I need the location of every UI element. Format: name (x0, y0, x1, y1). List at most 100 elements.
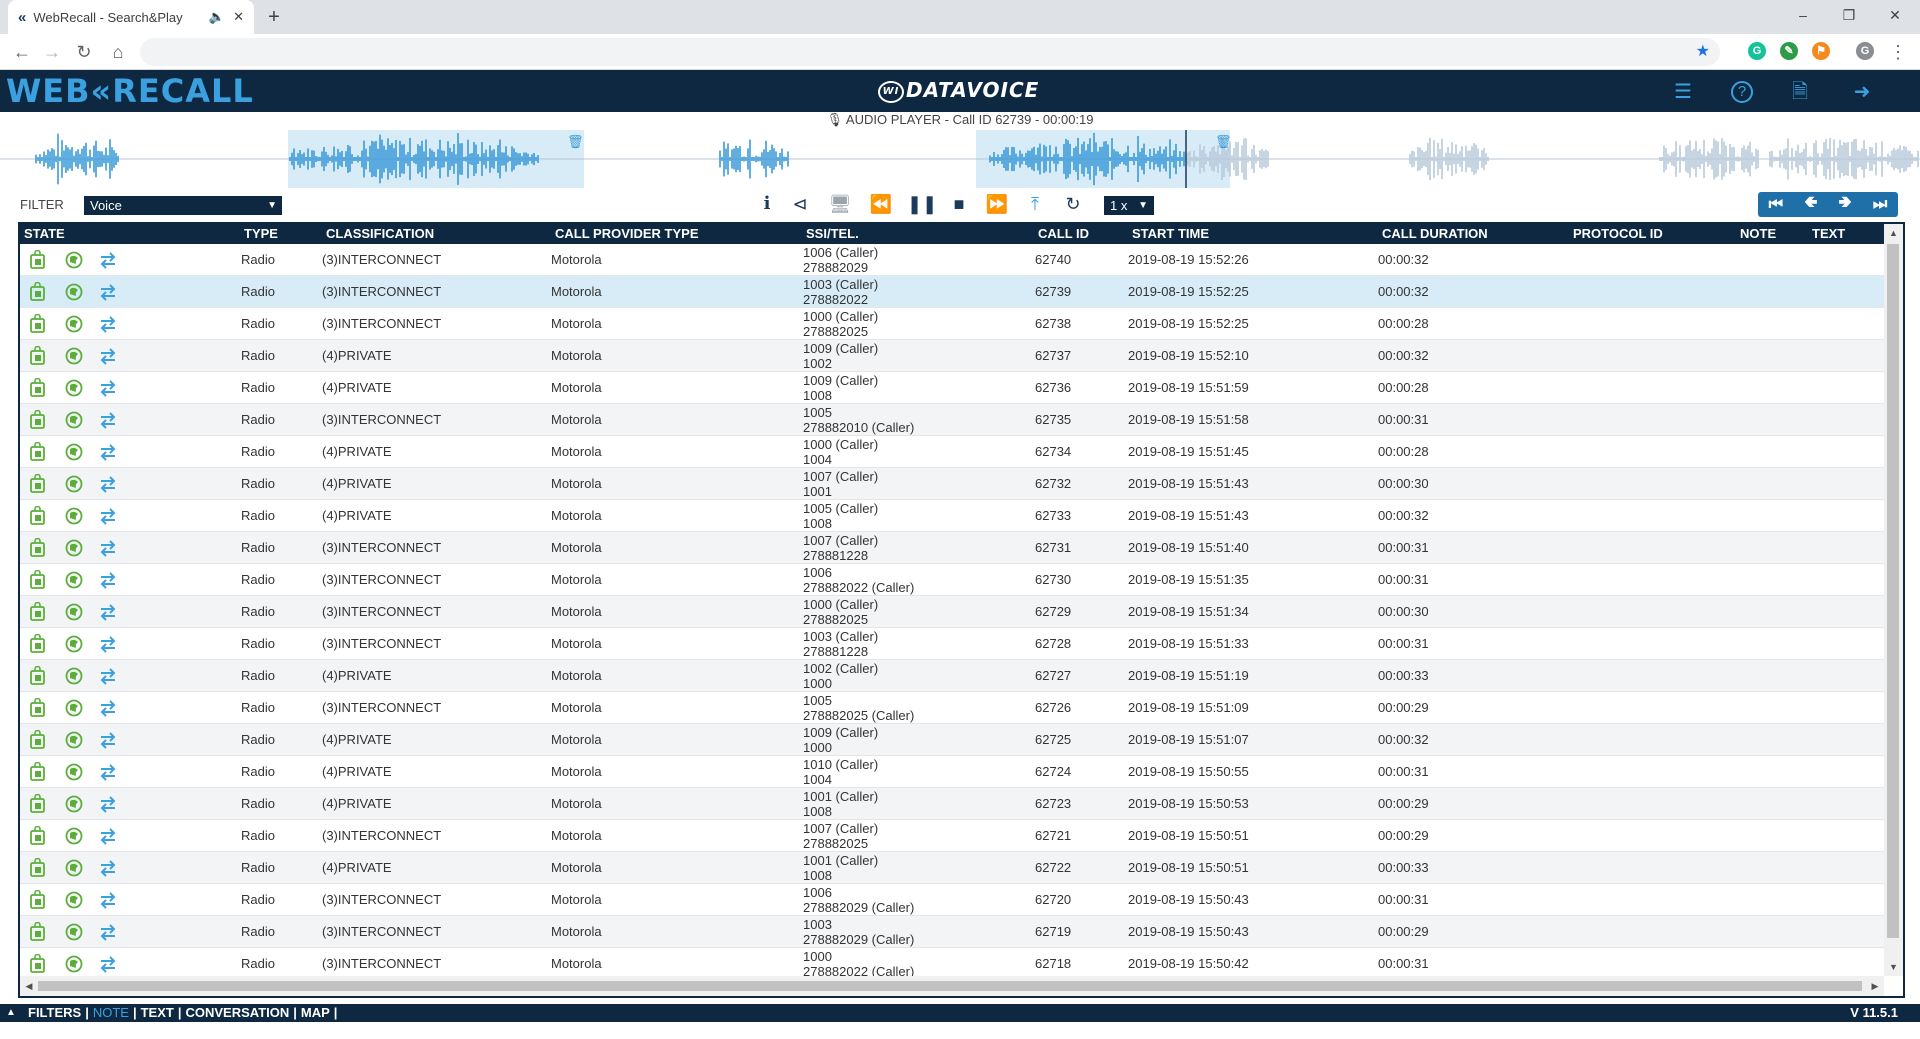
bookmark-star-icon[interactable]: ★ (1696, 41, 1710, 61)
transfer-arrows-icon[interactable] (98, 954, 118, 974)
transfer-arrows-icon[interactable] (98, 890, 118, 910)
table-row[interactable]: Radio (4)PRIVATE Motorola 1001 (Caller) 1008… (20, 788, 1884, 820)
column-header-classification[interactable]: CLASSIFICATION (326, 224, 434, 244)
column-header-start-time[interactable]: START TIME (1132, 224, 1209, 244)
recording-lock-icon[interactable] (28, 762, 48, 782)
table-row[interactable]: Radio (3)INTERCONNECT Motorola 1003 (Caller… (20, 276, 1884, 308)
footer-link-filters[interactable]: FILTERS (28, 1005, 81, 1020)
first-record-icon[interactable]: ⏮ (1769, 196, 1783, 214)
transfer-arrows-icon[interactable] (98, 922, 118, 942)
close-tab-icon[interactable]: ✕ (233, 9, 244, 25)
recording-lock-icon[interactable] (28, 346, 48, 366)
recording-lock-icon[interactable] (28, 890, 48, 910)
extension-icon[interactable]: ⚑ (1812, 42, 1830, 60)
column-header-type[interactable]: TYPE (244, 224, 278, 244)
table-row[interactable]: Radio (3)INTERCONNECT Motorola 1006 (Caller… (20, 244, 1884, 276)
transfer-arrows-icon[interactable] (98, 378, 118, 398)
browser-menu-icon[interactable]: ⋮ (1886, 40, 1910, 64)
replay-icon[interactable]: ↻ (1060, 192, 1086, 216)
horizontal-scroll-thumb[interactable] (38, 981, 1862, 991)
expand-panel-icon[interactable]: ▲ (6, 1004, 16, 1022)
globe-ear-icon[interactable] (64, 538, 84, 558)
filter-select[interactable]: Voice ▼ (84, 196, 282, 215)
transfer-arrows-icon[interactable] (98, 282, 118, 302)
globe-ear-icon[interactable] (64, 730, 84, 750)
column-header-protocol-id[interactable]: PROTOCOL ID (1573, 224, 1663, 244)
footer-link-conversation[interactable]: CONVERSATION (185, 1005, 289, 1020)
table-row[interactable]: Radio (4)PRIVATE Motorola 1002 (Caller) 1000… (20, 660, 1884, 692)
globe-ear-icon[interactable] (64, 826, 84, 846)
upload-icon[interactable]: ⤒ (1022, 192, 1048, 216)
table-row[interactable]: Radio (4)PRIVATE Motorola 1010 (Caller) 1004… (20, 756, 1884, 788)
table-row[interactable]: Radio (4)PRIVATE Motorola 1009 (Caller) 1000… (20, 724, 1884, 756)
recording-lock-icon[interactable] (28, 410, 48, 430)
new-tab-button[interactable]: + (262, 5, 286, 29)
transfer-arrows-icon[interactable] (98, 858, 118, 878)
globe-ear-icon[interactable] (64, 410, 84, 430)
column-header-text[interactable]: TEXT (1812, 224, 1845, 244)
recording-lock-icon[interactable] (28, 378, 48, 398)
table-row[interactable]: Radio (4)PRIVATE Motorola 1009 (Caller) 1002… (20, 340, 1884, 372)
recording-lock-icon[interactable] (28, 794, 48, 814)
address-bar[interactable]: ★ (140, 38, 1720, 66)
globe-ear-icon[interactable] (64, 890, 84, 910)
recording-lock-icon[interactable] (28, 474, 48, 494)
transfer-arrows-icon[interactable] (98, 442, 118, 462)
home-icon[interactable]: ⌂ (106, 40, 130, 64)
table-row[interactable]: Radio (4)PRIVATE Motorola 1009 (Caller) 1008… (20, 372, 1884, 404)
recording-lock-icon[interactable] (28, 602, 48, 622)
scroll-left-icon[interactable]: ◀ (20, 976, 38, 996)
transfer-arrows-icon[interactable] (98, 826, 118, 846)
pause-icon[interactable]: ❚❚ (907, 192, 937, 216)
monitor-icon[interactable]: 🖥 (827, 192, 853, 216)
globe-ear-icon[interactable] (64, 602, 84, 622)
browser-tab[interactable]: « WebRecall - Search&Play 🔈 ✕ (8, 0, 254, 34)
back-icon[interactable]: ← (10, 40, 34, 64)
globe-ear-icon[interactable] (64, 794, 84, 814)
scroll-right-icon[interactable]: ▶ (1866, 976, 1884, 996)
column-header-ssi-tel[interactable]: SSI/TEL. (806, 224, 859, 244)
last-record-icon[interactable]: ⏭ (1873, 196, 1887, 214)
table-row[interactable]: Radio (3)INTERCONNECT Motorola 1003 27888202… (20, 916, 1884, 948)
transfer-arrows-icon[interactable] (98, 666, 118, 686)
globe-ear-icon[interactable] (64, 634, 84, 654)
table-row[interactable]: Radio (3)INTERCONNECT Motorola 1007 (Caller… (20, 820, 1884, 852)
table-row[interactable]: Radio (3)INTERCONNECT Motorola 1006 27888202… (20, 884, 1884, 916)
forward-icon[interactable]: → (40, 40, 64, 64)
column-header-call-id[interactable]: CALL ID (1038, 224, 1089, 244)
recording-lock-icon[interactable] (28, 250, 48, 270)
table-row[interactable]: Radio (3)INTERCONNECT Motorola 1000 (Caller… (20, 308, 1884, 340)
scroll-up-icon[interactable]: ▲ (1884, 224, 1903, 242)
scroll-down-icon[interactable]: ▼ (1884, 958, 1903, 976)
recording-lock-icon[interactable] (28, 922, 48, 942)
table-row[interactable]: Radio (3)INTERCONNECT Motorola 1006 27888202… (20, 564, 1884, 596)
transfer-arrows-icon[interactable] (98, 762, 118, 782)
globe-ear-icon[interactable] (64, 666, 84, 686)
globe-ear-icon[interactable] (64, 442, 84, 462)
transfer-arrows-icon[interactable] (98, 602, 118, 622)
globe-ear-icon[interactable] (64, 922, 84, 942)
close-window-icon[interactable]: ✕ (1872, 0, 1918, 30)
column-header-state[interactable]: STATE (24, 224, 65, 244)
globe-ear-icon[interactable] (64, 506, 84, 526)
table-row[interactable]: Radio (3)INTERCONNECT Motorola 1005 27888201… (20, 404, 1884, 436)
minimize-icon[interactable]: – (1780, 0, 1826, 30)
maximize-icon[interactable]: ❐ (1826, 0, 1872, 30)
table-row[interactable]: Radio (4)PRIVATE Motorola 1005 (Caller) 1008… (20, 500, 1884, 532)
globe-ear-icon[interactable] (64, 762, 84, 782)
transfer-arrows-icon[interactable] (98, 506, 118, 526)
recording-lock-icon[interactable] (28, 666, 48, 686)
table-row[interactable]: Radio (4)PRIVATE Motorola 1000 (Caller) 1004… (20, 436, 1884, 468)
transfer-arrows-icon[interactable] (98, 250, 118, 270)
vertical-scrollbar[interactable]: ▲ ▼ (1884, 224, 1903, 976)
transfer-arrows-icon[interactable] (98, 474, 118, 494)
globe-ear-icon[interactable] (64, 378, 84, 398)
report-icon[interactable]: 🗎 (1787, 79, 1813, 105)
info-icon[interactable]: i (754, 192, 780, 216)
previous-record-icon[interactable]: 🢀 (1804, 191, 1817, 218)
recording-lock-icon[interactable] (28, 314, 48, 334)
column-header-note[interactable]: NOTE (1740, 224, 1776, 244)
transfer-arrows-icon[interactable] (98, 730, 118, 750)
transfer-arrows-icon[interactable] (98, 794, 118, 814)
settings-sliders-icon[interactable]: ☰ (1670, 79, 1696, 105)
